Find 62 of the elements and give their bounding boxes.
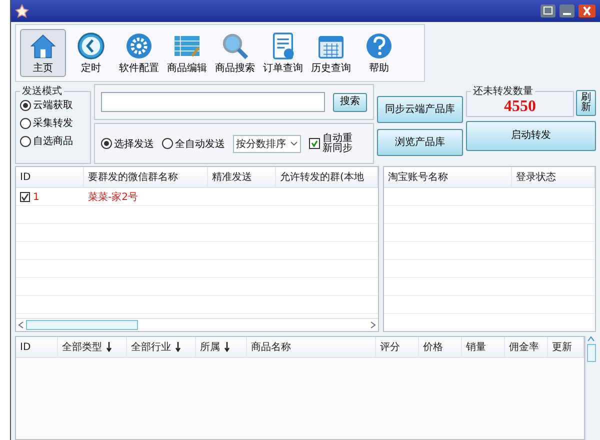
search-button[interactable]: 搜索 [333,92,367,112]
column-header[interactable]: 允许转发的群(本地 [276,167,378,187]
group-title: 发送模式 [21,84,63,98]
magnifier-icon [220,31,250,61]
group-title: 还未转发数量 [472,84,534,98]
sort-dropdown[interactable]: 按分数排序 [233,134,301,152]
table-cell: 1 [33,192,40,202]
sort-arrow-icon [224,342,230,352]
start-forward-button[interactable]: 启动转发 [466,121,596,151]
sort-arrow-icon [106,342,112,352]
table-cell-text: 菜菜-家2号 [88,190,138,204]
column-header[interactable]: 全部行业 [127,337,196,357]
pending-count: 4550 [504,98,536,116]
column-header[interactable]: 评分 [376,337,419,357]
radio-option[interactable]: 自选商品 [20,134,86,148]
column-header[interactable]: 佣金率 [505,337,548,357]
vertical-scrollbar[interactable] [585,336,596,440]
clock-icon [76,31,106,61]
sort-arrow-icon [175,342,181,352]
column-header[interactable]: 更新 [548,337,584,357]
column-header[interactable]: 登录状态 [512,167,595,187]
minimize-icon[interactable] [559,4,575,18]
column-header[interactable]: ID [16,337,58,357]
library-button[interactable]: 浏览产品库 [377,129,463,156]
scroll-up-icon[interactable] [587,336,595,342]
restore-icon[interactable] [540,4,556,18]
column-header[interactable]: 全部类型 [58,337,127,357]
app-logo-icon [15,4,29,18]
checkmark-icon [21,193,29,201]
scroll-right-icon[interactable] [370,321,376,329]
toolbar-button[interactable]: 软件配置 [116,29,162,77]
radio-option[interactable]: 全自动发送 [162,136,225,150]
search-field[interactable] [101,92,325,112]
radio-option[interactable]: 选择发送 [101,136,154,150]
gear-icon [124,31,154,61]
radio-option[interactable]: 云端获取 [20,98,86,112]
refresh-button[interactable]: 刷新 [576,90,596,116]
auto-resync-checkbox[interactable]: 自动重新同步 [309,134,353,154]
column-header[interactable]: 淘宝账号名称 [384,167,512,187]
scroll-left-icon[interactable] [18,321,24,329]
column-header[interactable]: 商品名称 [247,337,376,357]
help-icon [364,31,394,61]
horizontal-scrollbar[interactable] [16,318,378,331]
checkmark-icon [311,140,318,147]
column-header[interactable]: ID [16,167,84,187]
toolbar-button[interactable]: 商品编辑 [164,29,210,77]
close-icon[interactable] [578,4,596,18]
toolbar-button[interactable]: 主页 [20,29,66,77]
column-header[interactable]: 所属 [196,337,247,357]
toolbar-button[interactable]: 历史查询 [308,29,354,77]
toolbar-button[interactable]: 商品搜索 [212,29,258,77]
column-header[interactable]: 要群发的微信群名称 [84,167,208,187]
toolbar-button[interactable]: 帮助 [356,29,402,77]
radio-option[interactable]: 采集转发 [20,116,86,130]
toolbar-button[interactable]: 定时 [68,29,114,77]
library-button[interactable]: 同步云端产品库 [377,96,463,123]
column-header[interactable]: 精准发送 [208,167,276,187]
toolbar-button[interactable]: 订单查询 [260,29,306,77]
row-checkbox[interactable] [20,192,30,202]
column-header[interactable]: 销量 [462,337,505,357]
column-header[interactable]: 价格 [419,337,462,357]
scroll-thumb[interactable] [586,344,596,362]
